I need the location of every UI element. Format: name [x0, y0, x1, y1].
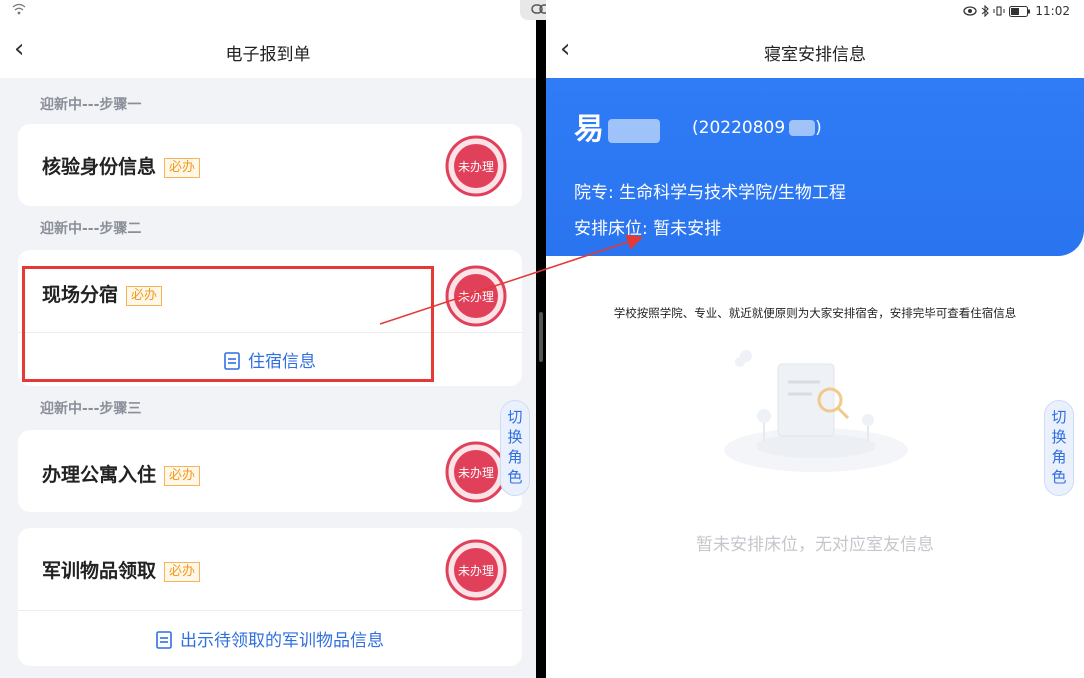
- right-pane: 11:02 ‹ 寝室安排信息 易 (20220809) 院专: 生命科学与技术学…: [546, 0, 1084, 678]
- student-id-end: ): [815, 118, 822, 138]
- status-bar-right: 11:02: [546, 0, 1084, 24]
- task-title: 军训物品领取 必办: [42, 556, 201, 583]
- student-info-banner: 易 (20220809) 院专: 生命科学与技术学院/生物工程 安排床位: 暂未…: [546, 78, 1084, 256]
- required-badge: 必办: [164, 562, 201, 582]
- task-title-text: 核验身份信息: [42, 156, 157, 178]
- not-done-stamp-icon: 未办理: [445, 539, 507, 601]
- divider: [18, 610, 522, 611]
- empty-state-text: 暂未安排床位，无对应室友信息: [696, 535, 934, 555]
- student-name-text: 易: [574, 112, 604, 147]
- not-done-stamp-icon: 未办理: [445, 441, 507, 503]
- dorm-notice: 学校按照学院、专业、就近就便原则为大家安排宿舍，安排完毕可查看住宿信息: [613, 306, 1017, 320]
- task-title: 办理公寓入住 必办: [42, 460, 201, 487]
- student-id-text: (20220809: [692, 118, 786, 138]
- step-label-3: 迎新中---步骤三: [40, 401, 142, 417]
- task-card-military-supplies[interactable]: 军训物品领取 必办 未办理 出示待领取的军训物品信息: [18, 528, 522, 666]
- battery-icon: [1009, 5, 1031, 17]
- nav-bar-right: ‹ 寝室安排信息: [546, 24, 1084, 78]
- left-pane: ‹ 电子报到单 迎新中---步骤一 核验身份信息 必办 未办理 迎新中---步骤二…: [0, 0, 536, 678]
- task-card-apartment-checkin[interactable]: 办理公寓入住 必办 未办理: [18, 430, 522, 512]
- switch-role-char: 换: [1051, 428, 1067, 446]
- bed-label: 安排床位:: [574, 219, 648, 239]
- switch-role-button[interactable]: 切 换 角 色: [500, 400, 530, 496]
- task-title: 核验身份信息 必办: [42, 152, 201, 179]
- stamp-text: 未办理: [458, 289, 494, 304]
- bed-line: 安排床位: 暂未安排: [574, 214, 721, 239]
- empty-state-illustration-icon: [724, 350, 908, 472]
- step-label-2: 迎新中---步骤二: [40, 221, 142, 237]
- task-title-text: 军训物品领取: [42, 560, 157, 582]
- not-done-stamp-icon: 未办理: [445, 135, 507, 197]
- military-supplies-link[interactable]: 出示待领取的军训物品信息: [18, 626, 522, 651]
- bed-value: 暂未安排: [653, 219, 722, 239]
- task-title-text: 办理公寓入住: [42, 464, 157, 486]
- stamp-text: 未办理: [458, 159, 494, 174]
- clock: 11:02: [1035, 4, 1070, 18]
- wifi-icon: [12, 3, 26, 15]
- college-value: 生命科学与技术学院/生物工程: [619, 183, 846, 203]
- task-card-verify-identity[interactable]: 核验身份信息 必办 未办理: [18, 124, 522, 206]
- switch-role-button[interactable]: 切 换 角 色: [1044, 400, 1074, 496]
- student-id: (20220809): [692, 118, 822, 138]
- vibrate-icon: [993, 6, 1005, 16]
- switch-role-char: 色: [1051, 468, 1067, 486]
- required-badge: 必办: [164, 466, 201, 486]
- military-supplies-link-text: 出示待领取的军训物品信息: [180, 631, 384, 651]
- college-label: 院专:: [574, 183, 614, 203]
- split-handle[interactable]: [539, 312, 543, 362]
- required-badge: 必办: [164, 158, 201, 178]
- redacted-block: [789, 120, 816, 136]
- switch-role-char: 换: [507, 428, 523, 446]
- stamp-text: 未办理: [458, 563, 494, 578]
- student-name: 易: [574, 104, 660, 148]
- page-title: 电子报到单: [225, 45, 311, 65]
- status-bar-left: [0, 0, 536, 24]
- switch-role-char: 切: [507, 408, 523, 426]
- status-icons: 11:02: [963, 4, 1070, 18]
- college-line: 院专: 生命科学与技术学院/生物工程: [574, 178, 846, 203]
- annotation-highlight-box: [22, 266, 434, 382]
- switch-role-char: 角: [1051, 448, 1067, 466]
- not-done-stamp-icon: 未办理: [445, 265, 507, 327]
- stamp-text: 未办理: [458, 465, 494, 480]
- switch-role-char: 切: [1051, 408, 1067, 426]
- nav-bar-left: ‹ 电子报到单: [0, 24, 536, 78]
- switch-role-char: 角: [507, 448, 523, 466]
- page-title: 寝室安排信息: [764, 45, 866, 65]
- bluetooth-icon: [982, 5, 990, 17]
- step-label-1: 迎新中---步骤一: [40, 97, 142, 113]
- document-icon: [156, 631, 172, 649]
- redacted-block: [608, 118, 660, 143]
- switch-role-char: 色: [507, 468, 523, 486]
- eye-icon: [963, 6, 978, 16]
